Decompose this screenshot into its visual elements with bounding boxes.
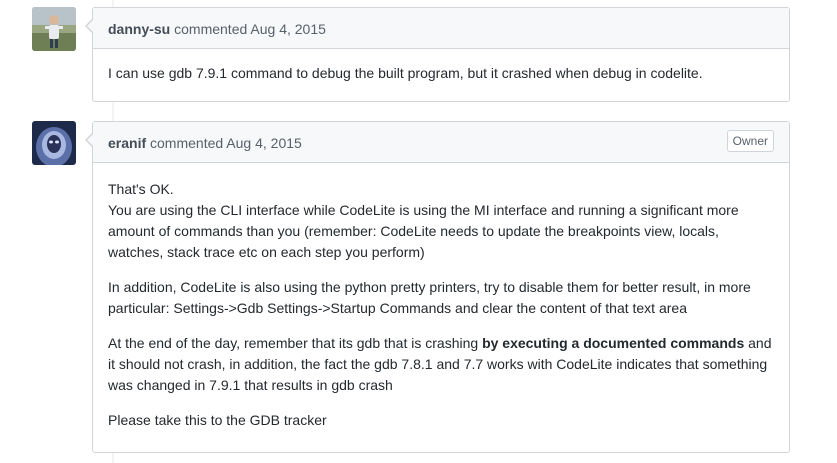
comment-paragraph-3: At the end of the day, remember that its… [108,333,774,396]
comment-action: commented [174,21,248,37]
comment-header: eranif commented Aug 4, 2015 Owner [93,122,789,163]
paragraph-text: At the end of the day, remember that its… [108,335,483,351]
author-link[interactable]: danny-su [108,21,170,37]
owner-badge: Owner [726,130,774,152]
comment-text: I can use gdb 7.9.1 command to debug the… [108,65,703,81]
comment-paragraph-4: Please take this to the GDB tracker [108,412,327,428]
avatar-photo-child-icon [32,7,76,51]
comment-body: That's OK. You are using the CLI interfa… [93,163,789,443]
author-link[interactable]: eranif [108,135,146,151]
paragraph-line: That's OK. [108,181,174,197]
comment-box: eranif commented Aug 4, 2015 Owner That'… [85,121,790,453]
comment-date-link[interactable]: Aug 4, 2015 [250,21,326,37]
comment-box: danny-su commented Aug 4, 2015 I can use… [85,7,790,102]
bold-text: by executing a documented commands [482,335,745,351]
comment-date-link[interactable]: Aug 4, 2015 [226,135,302,151]
comment-paragraph-1: That's OK. You are using the CLI interfa… [108,179,774,263]
paragraph-line: You are using the CLI interface while Co… [108,202,739,260]
avatar[interactable] [32,121,76,165]
comment-body: I can use gdb 7.9.1 command to debug the… [93,49,789,96]
avatar-photo-hooded-figure-icon [32,121,76,165]
comment-paragraph-2: In addition, CodeLite is also using the … [108,279,751,316]
avatar[interactable] [32,7,76,51]
comment-header: danny-su commented Aug 4, 2015 [93,8,789,49]
comment-action: commented [150,135,224,151]
